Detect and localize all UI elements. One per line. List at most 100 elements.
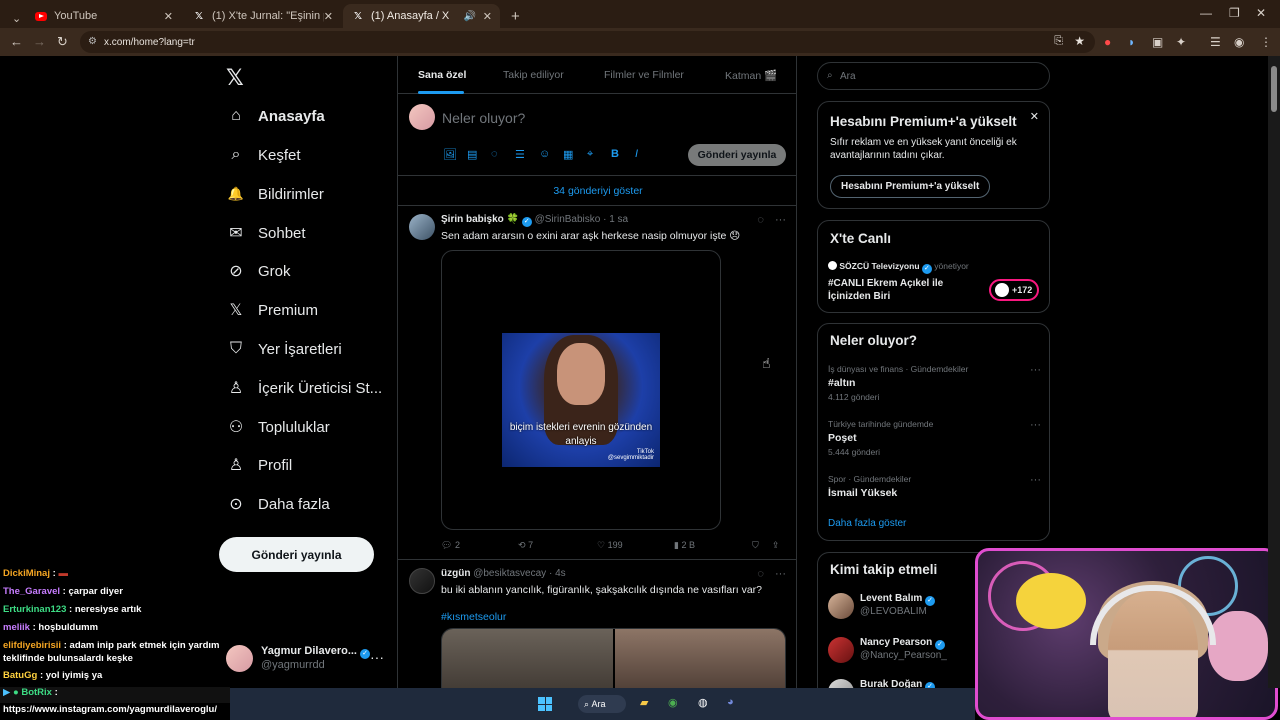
tab-following[interactable]: Takip ediliyor — [503, 69, 564, 81]
compose-input[interactable]: Neler oluyor? — [442, 110, 525, 126]
tweet-author-handle[interactable]: @besiktasvecay — [473, 568, 546, 579]
more-options-icon[interactable]: ··· — [1030, 419, 1041, 431]
tweet-time[interactable]: · 4s — [549, 568, 566, 579]
browser-tab-x-jurnal[interactable]: 𝕏 (1) X'te Jurnal: "Eşinin park etme ✕ — [184, 4, 341, 28]
live-listeners-badge[interactable]: +172 — [989, 279, 1039, 301]
extension-audio-icon[interactable]: ◗ — [1128, 35, 1135, 49]
discord-icon[interactable]: ◕ — [727, 696, 734, 708]
emoji-icon[interactable]: ☺ — [539, 148, 550, 160]
site-info-icon[interactable]: ⚙ — [88, 36, 97, 47]
live-host[interactable]: SÖZCÜ Televizyonu ✓ yönetiyor — [828, 261, 969, 274]
more-options-icon[interactable]: ··· — [775, 214, 786, 226]
scrollbar-thumb[interactable] — [1271, 66, 1277, 112]
tweet-video[interactable]: biçim istekleri evrenin gözünden anlayis… — [441, 250, 721, 530]
retweet-button[interactable]: ⟲ 7 — [518, 540, 533, 551]
live-show-title[interactable]: #CANLI Ekrem Açıkel ile İçinizden Biri — [828, 277, 968, 303]
premium-upgrade-button[interactable]: Hesabını Premium+'a yükselt — [830, 175, 991, 198]
italic-icon[interactable]: I — [635, 148, 638, 160]
tweet-author-handle[interactable]: @SirinBabisko — [535, 214, 601, 225]
trend-item[interactable]: Spor · Gündemdekiler İsmail Yüksek ··· — [828, 474, 1043, 499]
tweet-author-name[interactable]: üzgün — [441, 568, 470, 579]
extension-red-icon[interactable]: ● — [1104, 35, 1111, 49]
schedule-icon[interactable]: ▦ — [563, 148, 573, 161]
media-icon[interactable]: 🖼 — [443, 148, 457, 161]
poll-icon[interactable]: ☰ — [515, 148, 525, 161]
show-more-trends-link[interactable]: Daha fazla göster — [828, 518, 906, 529]
bookmark-star-icon[interactable]: ★ — [1074, 34, 1085, 48]
grok-compose-icon[interactable]: ◌ — [491, 148, 498, 160]
bold-icon[interactable]: B — [611, 148, 619, 160]
x-logo-icon[interactable]: 𝕏 — [226, 65, 244, 91]
more-options-icon[interactable]: ··· — [1030, 364, 1041, 376]
show-new-posts[interactable]: 34 gönderiyi göster — [398, 176, 796, 206]
sidebar-item-messages[interactable]: ✉ Sohbet — [226, 220, 305, 246]
tab-for-you[interactable]: Sana özel — [418, 69, 466, 81]
profile-avatar-icon[interactable]: ◉ — [1234, 35, 1244, 49]
sidebar-item-notifications[interactable]: 🔔 Bildirimler — [226, 181, 324, 207]
sidebar-item-grok[interactable]: ⊘ Grok — [226, 258, 290, 284]
browser-menu-icon[interactable]: ⋮ — [1260, 35, 1272, 49]
taskbar-search[interactable]: ⌕ Ara — [578, 695, 626, 713]
sidebar-item-creator-studio[interactable]: ♙ İçerik Üreticisi St... — [226, 375, 382, 401]
audio-playing-icon[interactable]: 🔊 — [464, 11, 476, 22]
tweet-hashtag[interactable]: #kısmetseolur — [441, 611, 786, 623]
sidebar-item-bookmarks[interactable]: ⛉ Yer İşaretleri — [226, 336, 342, 362]
location-icon[interactable]: ⌖ — [587, 148, 593, 161]
extension-shield-icon[interactable]: ▣ — [1152, 35, 1163, 49]
search-input[interactable]: ⌕ Ara — [817, 62, 1050, 90]
tweet[interactable]: Şirin babişko 🍀 ✓ @SirinBabisko · 1 sa ◌… — [398, 206, 796, 560]
extensions-puzzle-icon[interactable]: ✦ — [1176, 35, 1186, 49]
bookmark-button[interactable]: ⛉ — [752, 540, 759, 551]
close-tab-icon[interactable]: ✕ — [483, 10, 492, 23]
url-field[interactable]: ⚙ x.com/home?lang=tr ⎘ ★ — [80, 31, 1095, 53]
back-icon[interactable]: ← — [10, 34, 23, 49]
tweet[interactable]: üzgün @besiktasvecay · 4s ◌ ··· bu iki a… — [398, 560, 796, 688]
sidebar-item-more[interactable]: ⊙ Daha fazla — [226, 491, 329, 517]
more-options-icon[interactable]: ··· — [775, 568, 786, 580]
browser-tab-youtube[interactable]: YouTube ✕ — [26, 4, 181, 28]
file-explorer-icon[interactable]: ▰ — [640, 696, 648, 709]
browser-tab-x-home[interactable]: 𝕏 (1) Anasayfa / X 🔊 ✕ — [343, 4, 500, 28]
sidebar-item-explore[interactable]: ⌕ Keşfet — [226, 142, 301, 168]
grok-explain-icon[interactable]: ◌ — [757, 214, 764, 226]
page-scrollbar[interactable] — [1268, 56, 1280, 688]
tab-katman[interactable]: Katman 🎬 — [725, 69, 777, 82]
windows-start-icon[interactable] — [538, 697, 552, 711]
gif-icon[interactable]: ▤ — [467, 148, 477, 161]
obs-icon[interactable]: ◍ — [698, 696, 708, 709]
install-app-icon[interactable]: ⎘ — [1054, 35, 1063, 48]
restore-icon[interactable]: ❐ — [1229, 6, 1240, 20]
trend-item[interactable]: İş dünyası ve finans · Gündemdekiler #al… — [828, 364, 1043, 402]
window-close-icon[interactable]: ✕ — [1256, 6, 1266, 20]
sidebar-item-communities[interactable]: ⚇ Topluluklar — [226, 414, 330, 440]
tab-movies[interactable]: Filmler ve Filmler — [604, 69, 684, 81]
tweet-image[interactable] — [442, 629, 613, 688]
minimize-icon[interactable]: — — [1200, 6, 1212, 20]
reload-icon[interactable]: ↻ — [57, 34, 68, 50]
sidebar-item-profile[interactable]: ♙ Profil — [226, 452, 292, 478]
share-button[interactable]: ⇪ — [772, 540, 780, 551]
trend-item[interactable]: Türkiye tarihinde gündemde Poşet 5.444 g… — [828, 419, 1043, 457]
close-icon[interactable]: ✕ — [1030, 110, 1039, 123]
tweet-image[interactable] — [612, 629, 785, 688]
post-button[interactable]: Gönderi yayınla — [219, 537, 374, 572]
new-tab-button[interactable]: + — [503, 4, 528, 28]
tweet-images[interactable] — [441, 628, 786, 688]
like-button[interactable]: ♡ 199 — [597, 540, 623, 551]
close-tab-icon[interactable]: ✕ — [324, 10, 333, 23]
tweet-author-name[interactable]: Şirin babişko 🍀 — [441, 214, 519, 225]
more-options-icon[interactable]: ··· — [370, 649, 384, 665]
close-tab-icon[interactable]: ✕ — [164, 10, 173, 23]
views-button[interactable]: ▮ 2 B — [674, 540, 695, 551]
reading-list-icon[interactable]: ☰ — [1210, 35, 1221, 49]
compose-post-button[interactable]: Gönderi yayınla — [688, 144, 786, 166]
grok-explain-icon[interactable]: ◌ — [757, 568, 764, 580]
forward-icon[interactable]: → — [33, 34, 46, 49]
reply-button[interactable]: 💬︎ 2 — [441, 540, 460, 551]
tweet-time[interactable]: · 1 sa — [603, 214, 628, 225]
chrome-icon[interactable]: ◉ — [668, 696, 678, 709]
sidebar-item-home[interactable]: ⌂ Anasayfa — [226, 103, 325, 129]
more-options-icon[interactable]: ··· — [1030, 474, 1041, 486]
account-switcher[interactable]: Yagmur Dilavero... ✓ @yagmurrdd ··· — [226, 643, 386, 675]
sidebar-item-premium[interactable]: 𝕏 Premium — [226, 297, 318, 323]
